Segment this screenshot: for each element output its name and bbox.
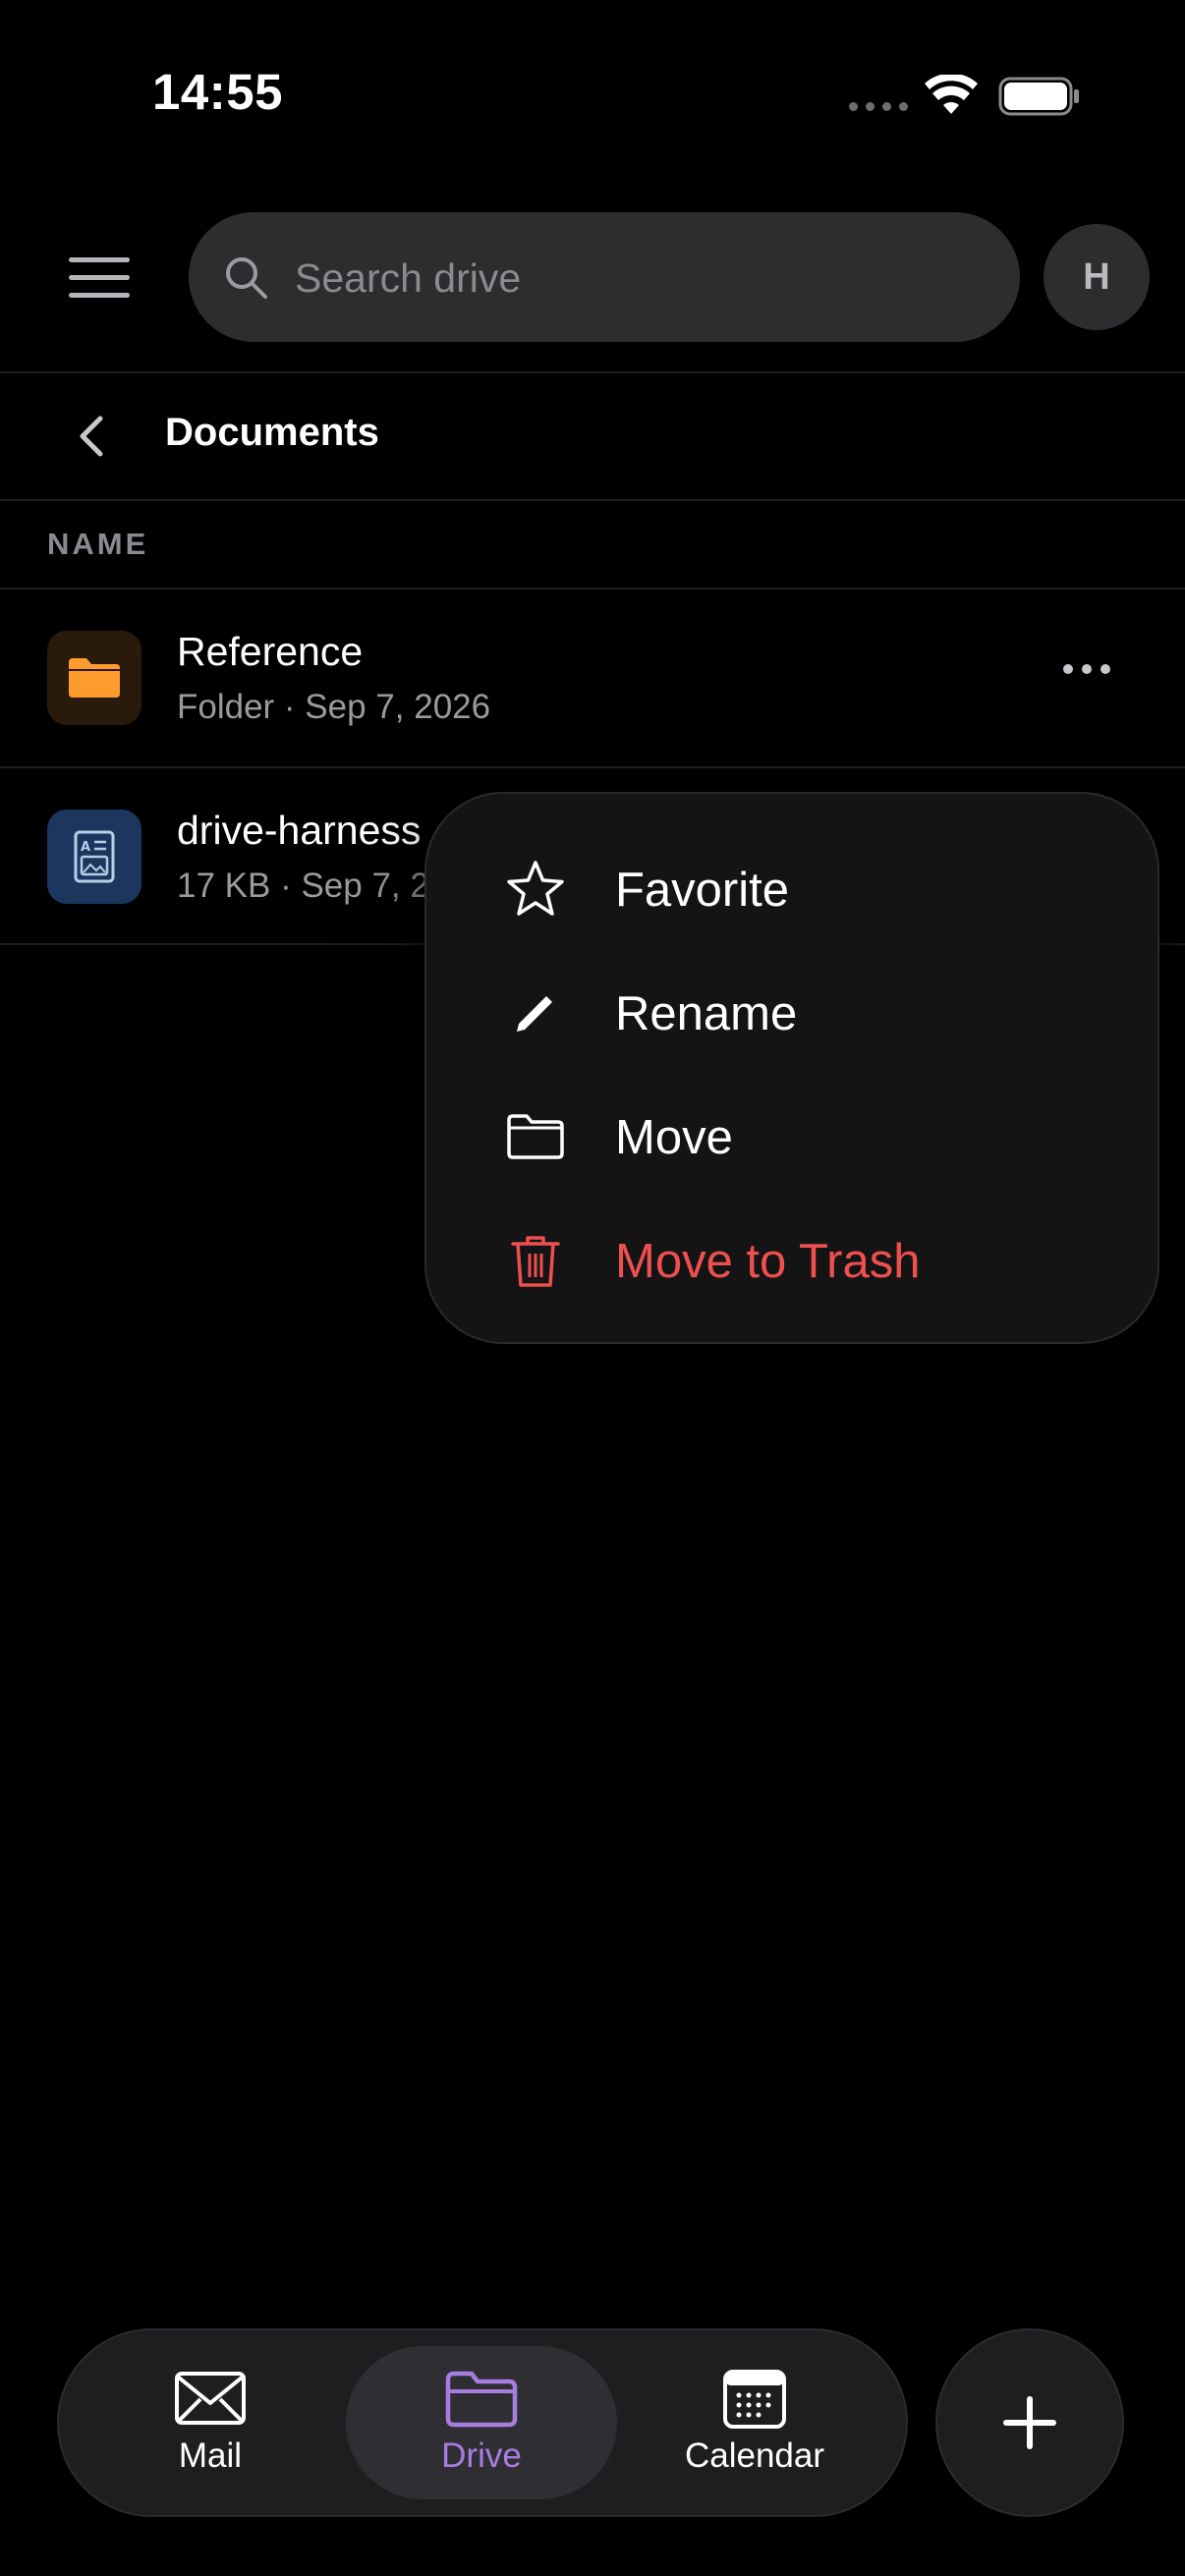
- add-button[interactable]: [935, 2328, 1124, 2517]
- tab-label: Mail: [178, 2436, 243, 2475]
- menu-item-label: Rename: [615, 987, 798, 1040]
- menu-item-move-to-trash[interactable]: Move to Trash: [426, 1199, 1161, 1322]
- battery-icon: [998, 77, 1079, 116]
- file-meta: Folder · Sep 7, 2026: [177, 688, 491, 726]
- search-icon: [226, 257, 267, 299]
- svg-text:A: A: [81, 840, 90, 855]
- menu-item-label: Favorite: [615, 864, 790, 917]
- document-icon: A: [47, 810, 141, 904]
- folder-outline-icon: [507, 1114, 564, 1159]
- page-title: Documents: [165, 411, 379, 454]
- tab-label: Drive: [441, 2436, 522, 2475]
- file-name: drive-harness: [177, 808, 422, 853]
- wifi-icon: [925, 75, 978, 114]
- divider: [0, 371, 1185, 373]
- cellular-signal-icon: [849, 102, 908, 111]
- tab-label: Calendar: [684, 2436, 825, 2475]
- column-header-name[interactable]: NAME: [47, 527, 148, 562]
- plus-icon: [1003, 2396, 1056, 2449]
- back-chevron-icon[interactable]: [65, 407, 116, 466]
- menu-item-label: Move to Trash: [615, 1235, 921, 1288]
- menu-item-favorite[interactable]: Favorite: [426, 827, 1161, 951]
- avatar[interactable]: H: [1044, 224, 1150, 330]
- status-time: 14:55: [152, 64, 283, 120]
- calendar-icon: [723, 2370, 786, 2429]
- pencil-icon: [517, 996, 552, 1032]
- list-item[interactable]: [0, 589, 1185, 766]
- more-options-icon[interactable]: [1063, 664, 1110, 674]
- tab-mail[interactable]: Mail: [75, 2346, 346, 2499]
- file-meta: 17 KB · Sep 7, 2: [177, 867, 429, 905]
- envelope-icon: [175, 2372, 246, 2425]
- context-menu: Favorite Rename Move Move to Trash: [424, 792, 1159, 1344]
- tab-drive[interactable]: Drive: [346, 2346, 617, 2499]
- folder-icon: [47, 631, 141, 725]
- divider: [0, 499, 1185, 501]
- folder-icon: [445, 2371, 518, 2428]
- menu-button[interactable]: [61, 250, 140, 308]
- menu-item-rename[interactable]: Rename: [426, 951, 1161, 1075]
- file-name: Reference: [177, 629, 364, 674]
- search-input[interactable]: [293, 234, 985, 322]
- menu-item-label: Move: [615, 1111, 733, 1164]
- menu-item-move[interactable]: Move: [426, 1075, 1161, 1199]
- trash-icon: [511, 1236, 560, 1287]
- star-icon: [507, 861, 564, 916]
- tab-calendar[interactable]: Calendar: [619, 2346, 890, 2499]
